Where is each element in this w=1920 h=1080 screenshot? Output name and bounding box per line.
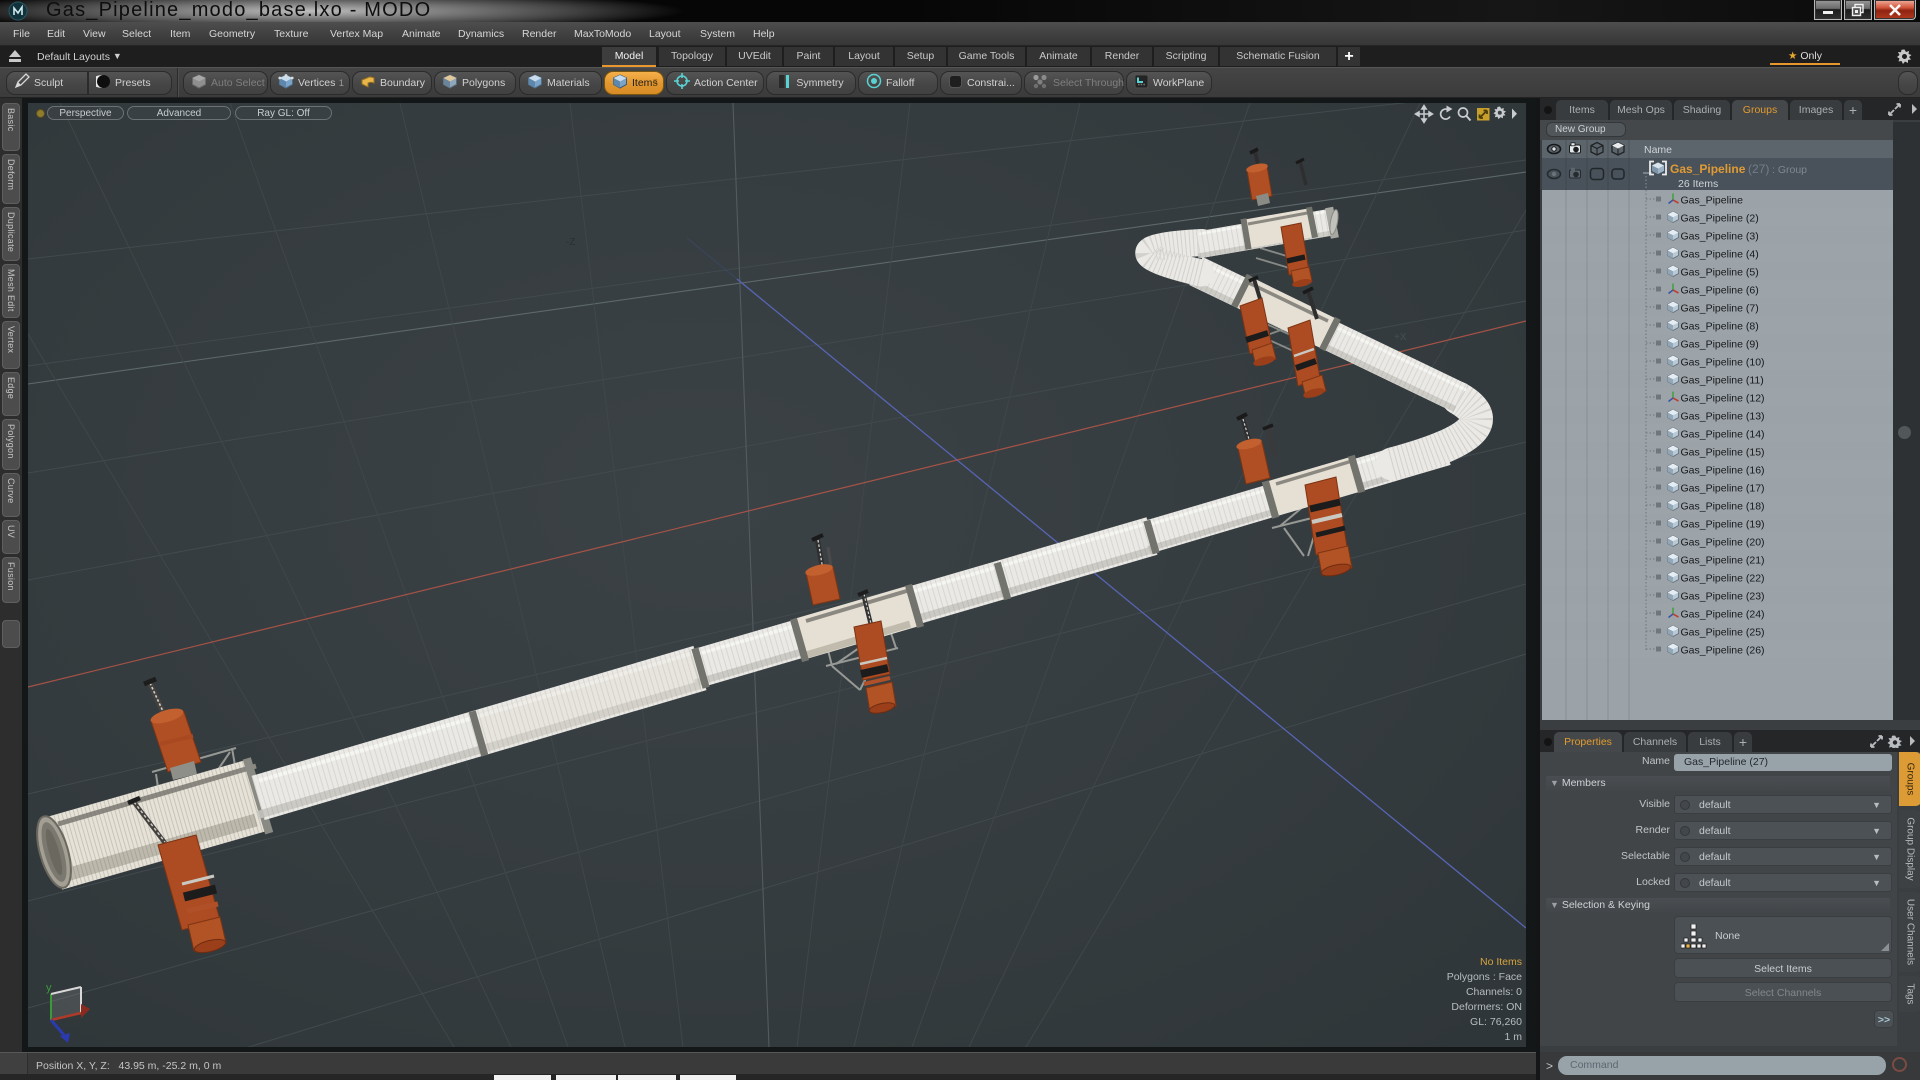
svg-text:Gas_Pipeline (2): Gas_Pipeline (2) <box>1681 213 1759 225</box>
svg-text:Gas_Pipeline (12): Gas_Pipeline (12) <box>1681 393 1765 405</box>
svg-text:Gas_Pipeline (14): Gas_Pipeline (14) <box>1681 429 1765 441</box>
svg-text:Gas_Pipeline (13): Gas_Pipeline (13) <box>1681 411 1765 423</box>
svg-text:Gas_Pipeline (5): Gas_Pipeline (5) <box>1681 267 1759 279</box>
svg-text:Gas_Pipeline (11): Gas_Pipeline (11) <box>1681 375 1764 387</box>
svg-text:Gas_Pipeline (15): Gas_Pipeline (15) <box>1681 447 1765 459</box>
svg-text:+X: +X <box>1394 332 1407 343</box>
svg-text:Gas_Pipeline (16): Gas_Pipeline (16) <box>1681 465 1765 477</box>
svg-text:(27): (27) <box>1748 162 1769 176</box>
svg-text:26 Items: 26 Items <box>1678 178 1718 190</box>
svg-text:Gas_Pipeline: Gas_Pipeline <box>1681 195 1744 207</box>
svg-text:Gas_Pipeline (4): Gas_Pipeline (4) <box>1681 249 1759 261</box>
svg-text:Gas_Pipeline (8): Gas_Pipeline (8) <box>1681 321 1759 333</box>
svg-text:Gas_Pipeline (21): Gas_Pipeline (21) <box>1681 555 1765 567</box>
svg-text:Gas_Pipeline (25): Gas_Pipeline (25) <box>1681 627 1765 639</box>
svg-text:Gas_Pipeline (3): Gas_Pipeline (3) <box>1681 231 1759 243</box>
svg-text:Gas_Pipeline (24): Gas_Pipeline (24) <box>1681 609 1765 621</box>
svg-text:y: y <box>46 982 52 994</box>
svg-text:: Group: : Group <box>1772 164 1807 176</box>
svg-text:Gas_Pipeline (20): Gas_Pipeline (20) <box>1681 537 1765 549</box>
svg-text:Gas_Pipeline (7): Gas_Pipeline (7) <box>1681 303 1759 315</box>
svg-text:Gas_Pipeline (17): Gas_Pipeline (17) <box>1681 483 1765 495</box>
svg-text:Gas_Pipeline (23): Gas_Pipeline (23) <box>1681 591 1765 603</box>
svg-text:Gas_Pipeline (10): Gas_Pipeline (10) <box>1681 357 1765 369</box>
svg-text:-Z: -Z <box>566 237 575 248</box>
svg-text:Name: Name <box>1644 144 1672 156</box>
svg-text:Gas_Pipeline (22): Gas_Pipeline (22) <box>1681 573 1765 585</box>
svg-text:Gas_Pipeline (9): Gas_Pipeline (9) <box>1681 339 1759 351</box>
svg-text:Gas_Pipeline: Gas_Pipeline <box>1670 162 1746 176</box>
svg-text:Gas_Pipeline (6): Gas_Pipeline (6) <box>1681 285 1759 297</box>
svg-text:Gas_Pipeline (26): Gas_Pipeline (26) <box>1681 645 1765 657</box>
svg-text:Gas_Pipeline (18): Gas_Pipeline (18) <box>1681 501 1765 513</box>
svg-text:Gas_Pipeline (19): Gas_Pipeline (19) <box>1681 519 1765 531</box>
